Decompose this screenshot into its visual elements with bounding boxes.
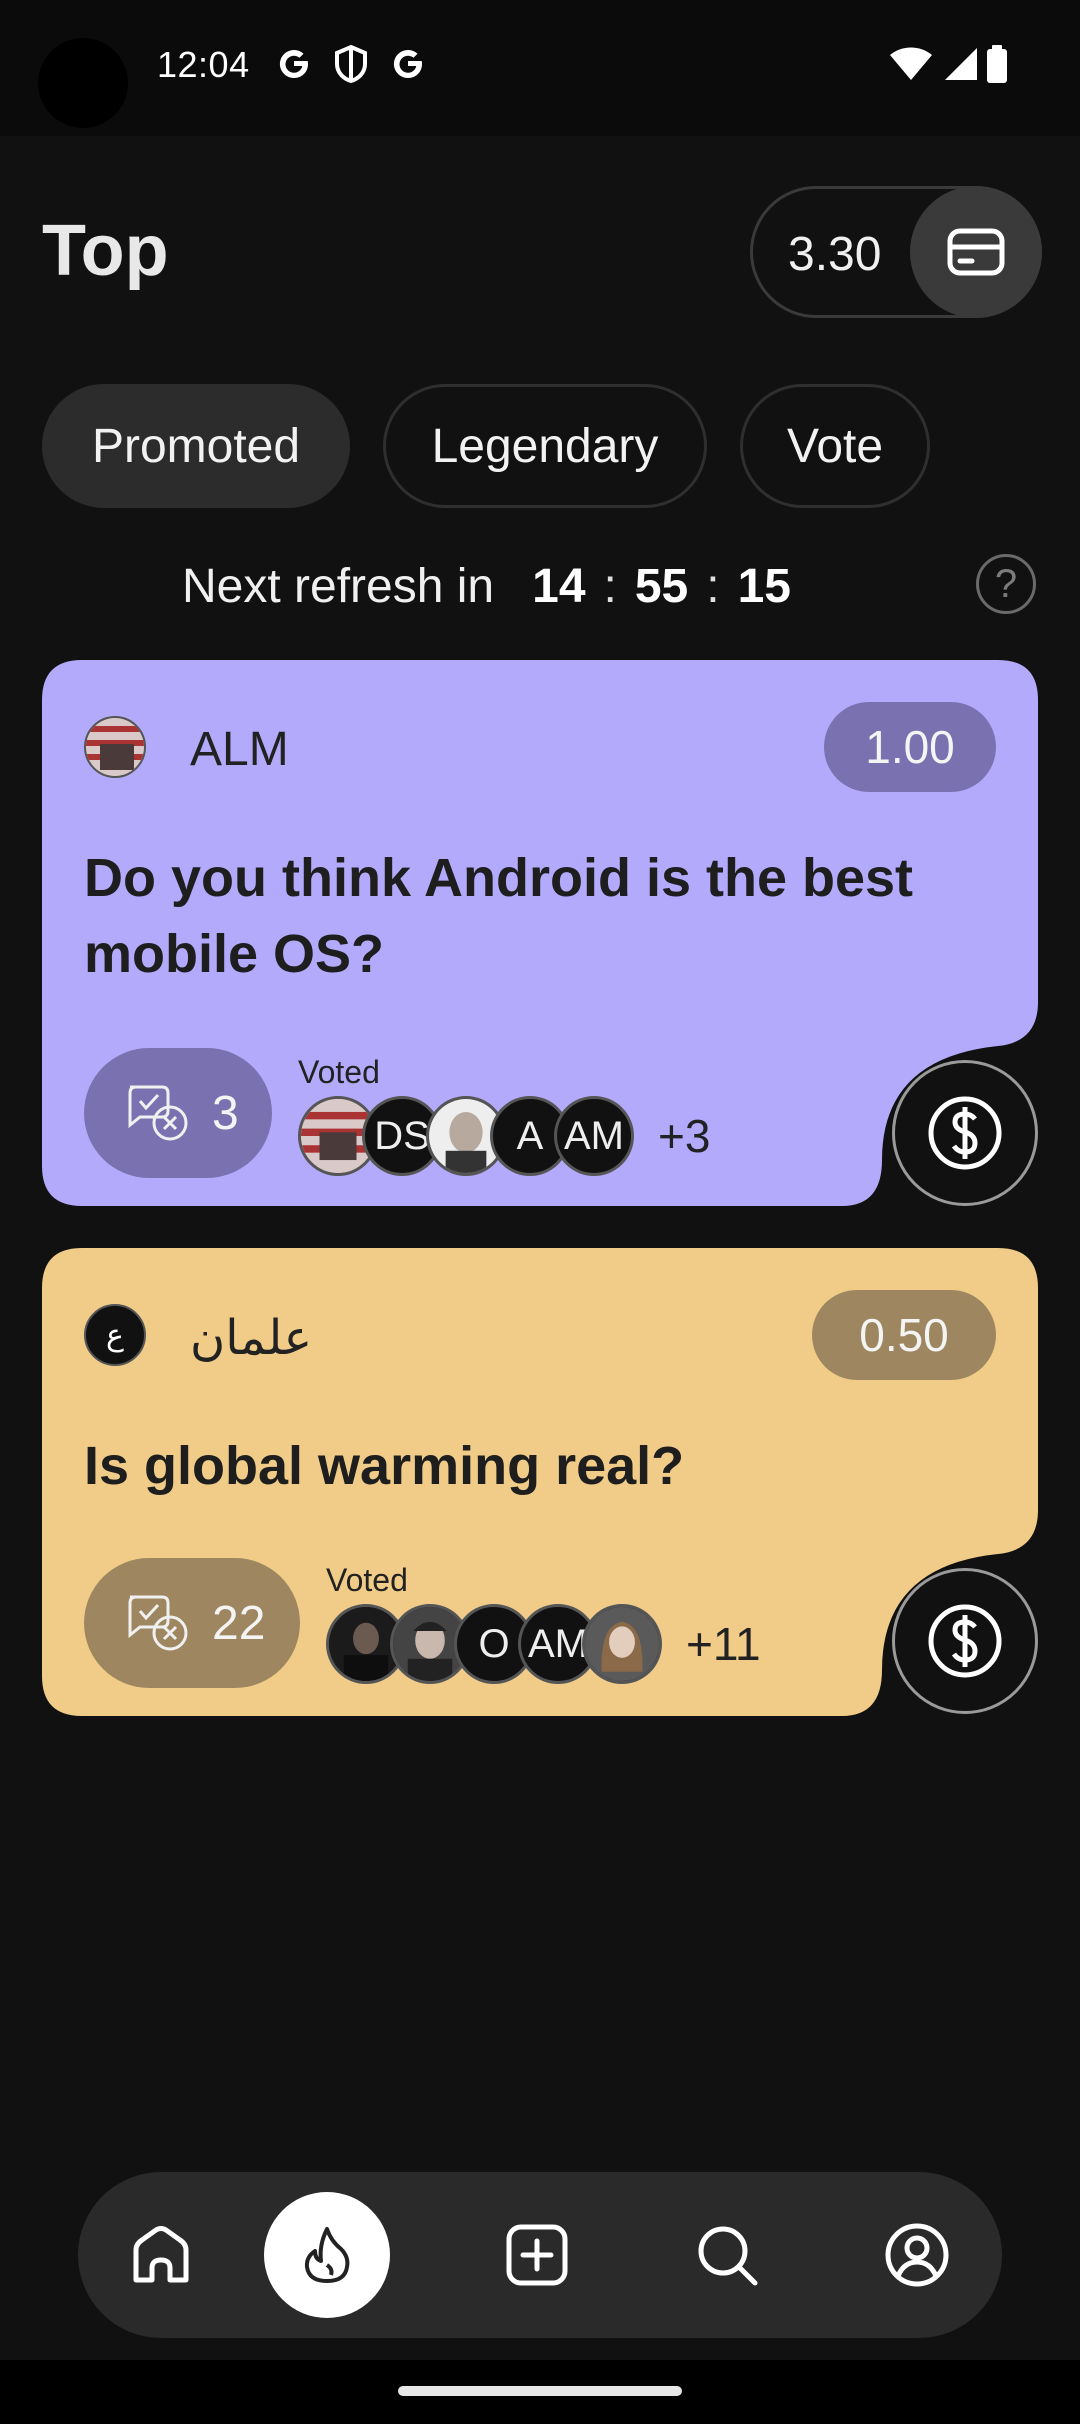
poll-question[interactable]: Do you think Android is the best mobile … bbox=[84, 840, 984, 992]
wifi-icon bbox=[890, 47, 932, 80]
chat-vote-icon bbox=[128, 1595, 188, 1651]
voter-avatar: AM bbox=[554, 1096, 634, 1176]
reward-badge: 0.50 bbox=[812, 1290, 996, 1380]
page-title: Top bbox=[42, 211, 169, 291]
google-g-icon bbox=[393, 50, 422, 79]
tab-legendary[interactable]: Legendary bbox=[383, 384, 707, 508]
refresh-separator: : bbox=[603, 559, 617, 613]
battery-icon bbox=[987, 45, 1007, 83]
refresh-minutes: 55 bbox=[634, 559, 689, 613]
shield-icon bbox=[335, 44, 367, 84]
voters-more-count: +3 bbox=[658, 1110, 711, 1162]
add-square-icon bbox=[506, 2224, 568, 2286]
comments-count: 3 bbox=[212, 1086, 239, 1140]
voted-label: Voted bbox=[298, 1054, 380, 1090]
avatar[interactable] bbox=[84, 716, 146, 778]
profile-icon bbox=[885, 2223, 949, 2287]
nav-top[interactable] bbox=[244, 2172, 410, 2338]
voted-label: Voted bbox=[326, 1562, 408, 1598]
google-g-icon bbox=[279, 50, 308, 79]
nav-home[interactable] bbox=[78, 2172, 244, 2338]
status-time: 12:04 bbox=[157, 44, 250, 85]
home-indicator[interactable] bbox=[398, 2386, 682, 2396]
nav-search[interactable] bbox=[644, 2172, 810, 2338]
voters-more-count: +11 bbox=[686, 1618, 761, 1670]
refresh-seconds: 15 bbox=[737, 559, 791, 613]
poll-card[interactable]: ع علمان 0.50 Is global warming real? 22 … bbox=[42, 1248, 1038, 1716]
dollar-circle-icon bbox=[928, 1096, 1002, 1170]
tip-button[interactable] bbox=[892, 1060, 1038, 1206]
balance-value: 3.30 bbox=[788, 228, 882, 281]
poll-question[interactable]: Is global warming real? bbox=[84, 1428, 984, 1504]
reward-badge: 1.00 bbox=[824, 702, 996, 792]
comments-button[interactable]: 22 bbox=[84, 1558, 300, 1688]
refresh-separator: : bbox=[706, 559, 720, 613]
status-bar: 12:04 bbox=[0, 0, 1080, 136]
wallet-button[interactable] bbox=[910, 186, 1042, 318]
nav-create[interactable] bbox=[454, 2172, 620, 2338]
search-icon bbox=[698, 2226, 758, 2286]
comments-count: 22 bbox=[212, 1596, 266, 1650]
comments-button[interactable]: 3 bbox=[84, 1048, 272, 1178]
nav-profile[interactable] bbox=[834, 2172, 1000, 2338]
wallet-card-icon bbox=[947, 228, 1005, 276]
nav-active-indicator bbox=[264, 2192, 390, 2318]
tip-button[interactable] bbox=[892, 1568, 1038, 1714]
bottom-navigation bbox=[78, 2172, 1002, 2338]
poll-card[interactable]: ALM 1.00 Do you think Android is the bes… bbox=[42, 660, 1038, 1206]
refresh-label: Next refresh in bbox=[182, 559, 495, 613]
chat-vote-icon bbox=[128, 1085, 188, 1141]
voters-list[interactable]: DS A AM +3 bbox=[298, 1096, 710, 1176]
author-name[interactable]: علمان bbox=[190, 1310, 312, 1366]
voters-list[interactable]: O AM +11 bbox=[326, 1604, 761, 1684]
flame-icon bbox=[304, 2227, 350, 2283]
author-name[interactable]: ALM bbox=[190, 722, 289, 777]
dollar-circle-icon bbox=[928, 1604, 1002, 1678]
home-icon bbox=[133, 2226, 189, 2283]
signal-icon bbox=[945, 48, 977, 80]
refresh-hours: 14 bbox=[532, 559, 586, 613]
help-button[interactable]: ? bbox=[976, 554, 1036, 614]
tab-promoted[interactable]: Promoted bbox=[42, 384, 350, 508]
avatar[interactable]: ع bbox=[84, 1304, 146, 1366]
balance-pill[interactable]: 3.30 bbox=[750, 186, 1042, 318]
voter-avatar bbox=[582, 1604, 662, 1684]
front-camera bbox=[38, 38, 128, 128]
tab-vote[interactable]: Vote bbox=[740, 384, 930, 508]
refresh-timer: Next refresh in 14 : 55 : 15 bbox=[182, 556, 791, 616]
